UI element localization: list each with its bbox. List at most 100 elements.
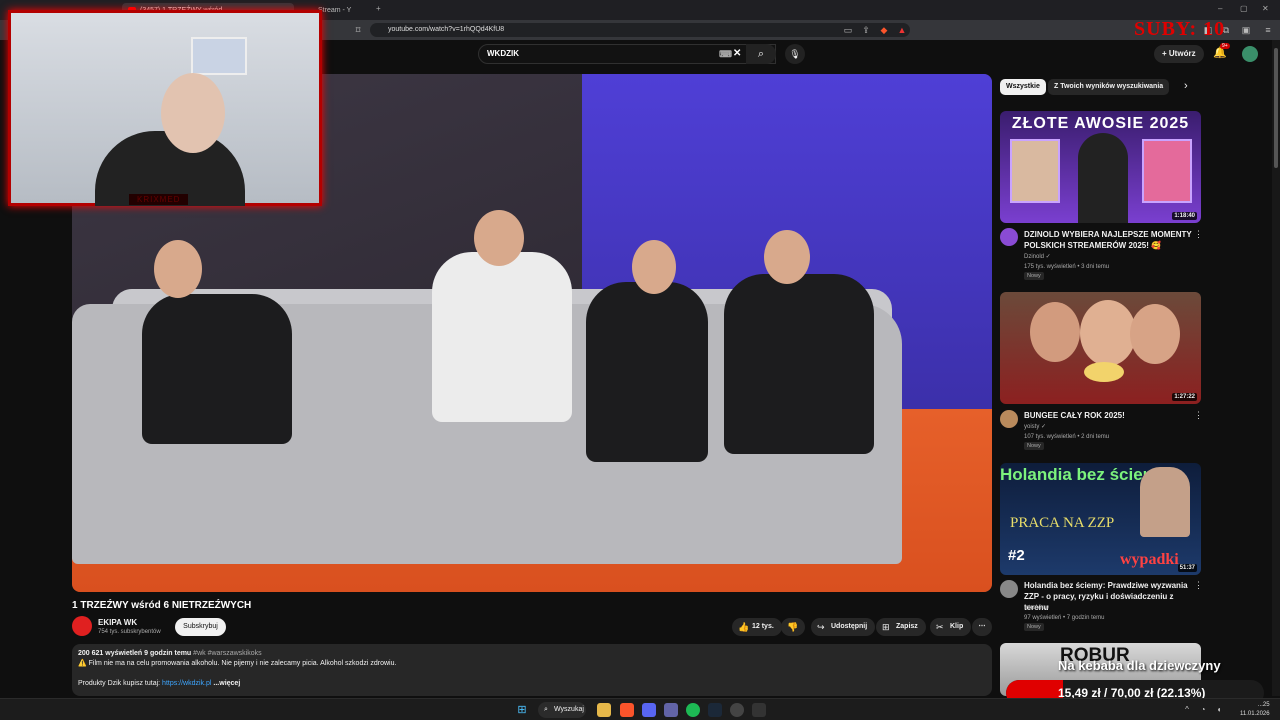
chip-from-search[interactable]: Z Twoich wyników wyszukiwania — [1048, 79, 1170, 95]
thumbnail-subheading: PRACA NA ZZP — [1010, 515, 1115, 531]
channel-name[interactable]: EKIPA WK — [98, 618, 137, 627]
teams-icon[interactable] — [664, 703, 678, 717]
scrollbar-thumb[interactable] — [1274, 48, 1278, 168]
windows-start-icon[interactable]: ⊞ — [515, 703, 529, 717]
clip-button[interactable]: ✂ Klip — [930, 618, 972, 636]
dislike-button[interactable]: 👎 — [781, 618, 805, 636]
webcam-streamer-head — [161, 73, 225, 153]
like-button[interactable]: 👍 12 tys. — [732, 618, 782, 636]
video-title: 1 TRZEŹWY wśród 6 NIETRZEŹWYCH — [72, 600, 252, 611]
cast-icon[interactable]: ▭ — [842, 24, 854, 36]
description-warning: ⚠️ Film nie ma na celu promowania alkoho… — [78, 660, 397, 667]
sidebar-video-meta: 175 tys. wyświetleń • 3 dni temu — [1024, 264, 1110, 270]
video-duration: 1:18:40 — [1172, 212, 1197, 220]
brave-shield-icon[interactable]: ◆ — [878, 24, 890, 36]
video-person-1 — [142, 294, 292, 444]
menu-icon[interactable]: ≡ — [1262, 24, 1274, 36]
video-duration: 51:37 — [1177, 564, 1197, 572]
account-avatar[interactable] — [1242, 46, 1258, 62]
sidebar-channel-name[interactable]: yoisty ✓ — [1024, 422, 1046, 432]
video-person-4-head — [764, 230, 810, 284]
sidebar-channel-name[interactable]: IntroView — [1024, 603, 1049, 613]
discord-icon[interactable] — [642, 703, 656, 717]
thumbs-down-icon: 👎 — [787, 622, 799, 632]
maximize-icon[interactable]: ▢ — [1240, 4, 1248, 13]
app-icon[interactable] — [752, 703, 766, 717]
close-window-icon[interactable]: ✕ — [1262, 4, 1269, 13]
sidebar-channel-avatar[interactable] — [1000, 580, 1018, 598]
keyboard-icon[interactable]: ⌨ — [719, 45, 732, 63]
search-button[interactable]: ⌕ — [746, 44, 776, 64]
sidebar-thumbnail[interactable]: Holandia bez ściemy PRACA NA ZZP #2 wypa… — [1000, 463, 1201, 575]
rewards-icon[interactable]: ▲ — [896, 24, 908, 36]
wallet-icon[interactable]: ▣ — [1240, 24, 1252, 36]
file-explorer-icon[interactable] — [597, 703, 611, 717]
plus-icon: + — [1162, 49, 1167, 58]
chip-all[interactable]: Wszystkie — [1000, 79, 1046, 95]
volume-icon[interactable]: ◖ — [1212, 703, 1226, 717]
spotify-icon[interactable] — [686, 703, 700, 717]
create-button[interactable]: + Utwórz — [1154, 45, 1204, 63]
network-icon[interactable]: ◔ — [1196, 703, 1210, 717]
kebab-menu-icon[interactable]: ⋮ — [1194, 410, 1203, 421]
share-page-icon[interactable]: ⇪ — [860, 24, 872, 36]
sidebar-video-title[interactable]: DZINOLD WYBIERA NAJLEPSZE MOMENTY POLSKI… — [1024, 229, 1192, 251]
sidebar-video-title[interactable]: Holandia bez ściemy: Prawdziwe wyzwania … — [1024, 580, 1192, 613]
obs-icon[interactable] — [730, 703, 744, 717]
sidebar-channel-avatar[interactable] — [1000, 228, 1018, 246]
chevron-right-icon[interactable]: › — [1184, 80, 1188, 92]
webcam-wall-picture — [191, 37, 247, 75]
description-more-button[interactable]: ...więcej — [213, 680, 240, 687]
donation-goal-title: Na kebaba dla dziewczyny — [1058, 658, 1221, 673]
more-horizontal-icon: ⋯ — [978, 623, 986, 630]
video-duration: 1:27:22 — [1172, 393, 1197, 401]
url-field[interactable]: youtube.com/watch?v=1rhQQd4KfU8 — [370, 23, 910, 37]
kebab-menu-icon[interactable]: ⋮ — [1194, 580, 1203, 591]
subscribe-button[interactable]: Subskrybuj — [175, 618, 226, 636]
bookmark-save-icon: ⊞ — [882, 622, 890, 632]
channel-subscribers: 754 tys. subskrybentów — [98, 629, 161, 635]
bookmark-icon[interactable]: ⌑ — [352, 24, 364, 36]
description-box[interactable]: 200 621 wyświetleń 9 godzin temu #wk #wa… — [72, 644, 992, 696]
save-button[interactable]: ⊞ Zapisz — [876, 618, 926, 636]
taskbar-clock[interactable]: ...25 11.01.2026 — [1240, 701, 1270, 719]
video-person-3-head — [632, 240, 676, 294]
taskbar-search[interactable]: ⌕ Wyszukaj — [538, 702, 586, 718]
page-scrollbar[interactable] — [1272, 40, 1280, 696]
kebab-menu-icon[interactable]: ⋮ — [1194, 229, 1203, 240]
search-input[interactable]: WKDZIK ⌨ ✕ — [478, 44, 776, 64]
clear-search-icon[interactable]: ✕ — [733, 45, 741, 63]
sidebar-thumbnail[interactable]: 1:27:22 — [1000, 292, 1201, 404]
video-person-2-head — [474, 210, 524, 266]
thumbnail-number: #2 — [1008, 547, 1025, 564]
webcam-frame-label: KRIXMED — [129, 194, 189, 205]
sidebar-channel-name[interactable]: Dzinold ✓ — [1024, 252, 1051, 262]
webcam-overlay: KRIXMED — [8, 10, 322, 206]
minimize-icon[interactable]: – — [1218, 4, 1222, 13]
steam-icon[interactable] — [708, 703, 722, 717]
new-badge: Nowy — [1024, 623, 1044, 631]
notifications-button[interactable]: 🔔 9+ — [1213, 43, 1230, 59]
subscriber-goal-widget: SUBY: 10 — [1134, 18, 1226, 40]
description-hashtags[interactable]: #wk #warszawskikoks — [193, 650, 261, 657]
video-person-2 — [432, 252, 572, 422]
sidebar-channel-avatar[interactable] — [1000, 410, 1018, 428]
new-badge: Nowy — [1024, 272, 1044, 280]
new-badge: Nowy — [1024, 442, 1044, 450]
channel-avatar[interactable] — [72, 616, 92, 636]
sidebar-thumbnail[interactable]: ZŁOTE AWOSIE 2025 1:18:40 — [1000, 111, 1201, 223]
taskbar-search-icon: ⌕ — [544, 706, 548, 713]
video-person-1-head — [154, 240, 202, 298]
more-actions-button[interactable]: ⋯ — [972, 618, 992, 636]
sidebar-video-title[interactable]: BUNGEE CAŁY ROK 2025! — [1024, 410, 1192, 421]
new-tab-icon[interactable]: + — [376, 4, 381, 13]
sidebar-video-meta: 107 tys. wyświetleń • 2 dni temu — [1024, 434, 1110, 440]
description-stats: 200 621 wyświetleń 9 godzin temu — [78, 650, 192, 657]
share-icon: ↪ — [817, 622, 825, 632]
tray-chevron-icon[interactable]: ^ — [1180, 703, 1194, 717]
brave-browser-icon[interactable] — [620, 703, 634, 717]
share-button[interactable]: ↪ Udostępnij — [811, 618, 876, 636]
voice-search-button[interactable]: 🎙 — [785, 44, 805, 64]
description-shop-link[interactable]: https://wkdzik.pl — [162, 680, 211, 687]
video-person-4 — [724, 274, 874, 454]
